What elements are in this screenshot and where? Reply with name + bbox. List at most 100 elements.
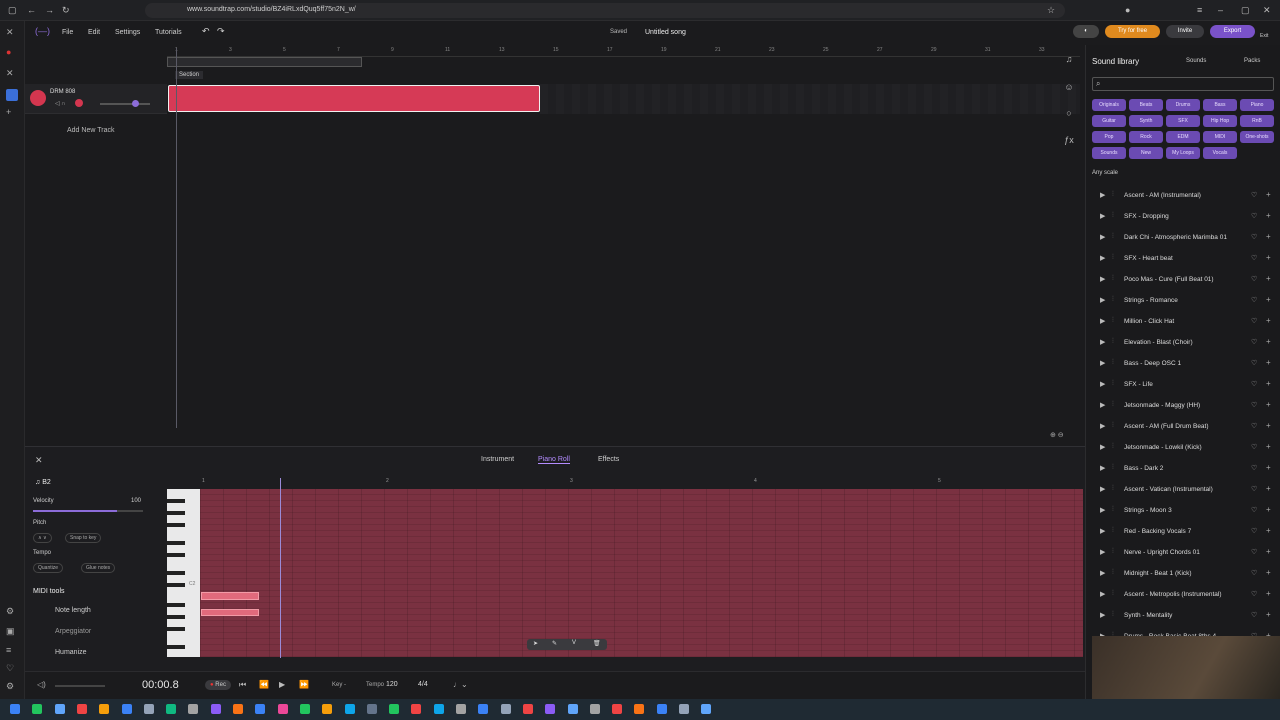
taskbar-app-icon[interactable] [255, 704, 266, 714]
fast-forward-icon[interactable]: ⏩ [299, 680, 309, 689]
taskbar-app-icon[interactable] [76, 704, 87, 714]
track-lane[interactable] [540, 84, 1080, 114]
play-icon[interactable]: ▶ [279, 680, 285, 689]
close-icon[interactable]: ✕ [6, 27, 14, 38]
play-icon[interactable]: ▶ [1100, 296, 1105, 304]
play-icon[interactable]: ▶ [1100, 611, 1105, 619]
sounds-tab[interactable]: Sounds [1186, 58, 1206, 64]
play-icon[interactable]: ▶ [1100, 506, 1105, 514]
sound-item[interactable]: ▶ ⫶ Red - Backing Vocals 7 ♡ + [1086, 521, 1280, 542]
piano-roll-grid[interactable] [200, 489, 1083, 657]
heart-icon[interactable]: ♡ [1251, 254, 1257, 262]
filter-chip[interactable]: Guitar [1092, 115, 1126, 127]
menu-settings[interactable]: Settings [115, 29, 140, 36]
track-name[interactable]: DRM 808 [50, 89, 75, 95]
taskbar-app-icon[interactable] [522, 704, 533, 714]
section-label[interactable]: Section [175, 71, 204, 79]
tab-effects[interactable]: Effects [598, 456, 619, 463]
maximize-icon[interactable]: ▢ [1241, 5, 1250, 16]
undo-icon[interactable]: ↶ [202, 26, 210, 37]
sound-item[interactable]: ▶ ⫶ SFX - Heart beat ♡ + [1086, 248, 1280, 269]
logo-icon[interactable]: (—) [35, 26, 50, 36]
tool-humanize[interactable]: Humanize [55, 649, 87, 656]
close-window-icon[interactable]: ✕ [1263, 5, 1271, 16]
taskbar-app-icon[interactable] [701, 704, 712, 714]
add-track-button[interactable]: Add New Track [67, 127, 114, 134]
add-icon[interactable]: + [1266, 400, 1271, 409]
snap-to-key-toggle[interactable]: Snap to key [65, 533, 102, 543]
filter-chip[interactable]: RnB [1240, 115, 1274, 127]
filter-chip[interactable]: SFX [1166, 115, 1200, 127]
menu-tutorials[interactable]: Tutorials [155, 29, 182, 36]
heart-icon[interactable]: ♡ [1251, 380, 1257, 388]
people-icon[interactable]: ☺ [1062, 82, 1076, 96]
sound-item[interactable]: ▶ ⫶ Ascent - Vatican (Instrumental) ♡ + [1086, 479, 1280, 500]
close-editor-icon[interactable]: ✕ [35, 455, 43, 466]
filter-chip[interactable]: Piano [1240, 99, 1274, 111]
filter-chip[interactable]: EDM [1166, 131, 1200, 143]
playhead[interactable] [176, 48, 177, 428]
sound-item[interactable]: ▶ ⫶ Strings - Moon 3 ♡ + [1086, 500, 1280, 521]
taskbar-app-icon[interactable] [456, 704, 466, 714]
play-icon[interactable]: ▶ [1100, 401, 1105, 409]
play-icon[interactable]: ▶ [1100, 254, 1105, 262]
filter-chip[interactable]: Pop [1092, 131, 1126, 143]
add-icon[interactable]: + [1266, 568, 1271, 577]
taskbar-app-icon[interactable] [32, 704, 43, 714]
time-signature[interactable]: 4/4 [418, 681, 428, 688]
piano-roll-playhead[interactable] [280, 478, 281, 658]
menu-icon[interactable]: ≡ [1197, 5, 1202, 15]
record-button[interactable]: ● Rec [205, 680, 231, 690]
sound-item[interactable]: ▶ ⫶ Ascent - AM (Full Drum Beat) ♡ + [1086, 416, 1280, 437]
filter-chip[interactable]: New [1129, 147, 1163, 159]
play-icon[interactable]: ▶ [1100, 527, 1105, 535]
taskbar-app-icon[interactable] [188, 704, 199, 714]
heart-icon[interactable]: ♡ [1251, 590, 1257, 598]
taskbar-app-icon[interactable] [567, 704, 578, 714]
sound-item[interactable]: ▶ ⫶ Ascent - Metropolis (Instrumental) ♡ + [1086, 584, 1280, 605]
volume-icon[interactable]: ◁) [37, 680, 46, 689]
sound-item[interactable]: ▶ ⫶ Dark Chi - Atmospheric Marimba 01 ♡ + [1086, 227, 1280, 248]
bookmark-star-icon[interactable]: ☆ [1047, 5, 1055, 16]
music-note-icon[interactable]: ♫ [1062, 54, 1076, 68]
taskbar-app-icon[interactable] [299, 704, 310, 714]
camera-icon[interactable]: ▣ [6, 626, 15, 637]
play-icon[interactable]: ▶ [1100, 275, 1105, 283]
sound-item[interactable]: ▶ ⫶ Bass - Dark 2 ♡ + [1086, 458, 1280, 479]
record-arm-button[interactable] [75, 99, 83, 107]
midi-note[interactable] [201, 609, 259, 616]
zoom-icon[interactable]: ⊕ ⊖ [1050, 431, 1064, 439]
taskbar-app-icon[interactable] [322, 704, 333, 714]
taskbar-app-icon[interactable] [99, 704, 110, 714]
taskbar-app-icon[interactable] [210, 704, 221, 714]
volume-handle[interactable] [132, 100, 139, 107]
select-icon[interactable]: V [572, 640, 576, 646]
play-icon[interactable]: ▶ [1100, 338, 1105, 346]
gear-icon[interactable]: ⚙ [6, 681, 14, 692]
back-icon[interactable]: ← [27, 5, 36, 15]
heart-icon[interactable]: ♡ [1251, 338, 1257, 346]
add-icon[interactable]: + [1266, 211, 1271, 220]
sound-item[interactable]: ▶ ⫶ Strings - Romance ♡ + [1086, 290, 1280, 311]
theme-toggle[interactable]: ◐ [1073, 25, 1099, 38]
taskbar-app-icon[interactable] [679, 704, 689, 714]
filter-chip[interactable]: Rock [1129, 131, 1163, 143]
taskbar-app-icon[interactable] [233, 704, 243, 714]
taskbar-app-icon[interactable] [10, 704, 20, 714]
taskbar-app-icon[interactable] [589, 704, 600, 714]
loop-section-bar[interactable] [167, 57, 362, 67]
taskbar-app-icon[interactable] [277, 704, 288, 714]
packs-tab[interactable]: Packs [1244, 58, 1260, 64]
add-icon[interactable]: + [1266, 379, 1271, 388]
play-icon[interactable]: ▶ [1100, 359, 1105, 367]
add-icon[interactable]: + [1266, 505, 1271, 514]
sound-item[interactable]: ▶ ⫶ Midnight - Beat 1 (Kick) ♡ + [1086, 563, 1280, 584]
play-icon[interactable]: ▶ [1100, 233, 1105, 241]
heart-icon[interactable]: ♡ [1251, 422, 1257, 430]
heart-icon[interactable]: ♡ [1251, 569, 1257, 577]
filter-chip[interactable]: Sounds [1092, 147, 1126, 159]
reload-icon[interactable]: ↻ [62, 5, 70, 16]
filter-chip[interactable]: MIDI [1203, 131, 1237, 143]
play-icon[interactable]: ▶ [1100, 191, 1105, 199]
piano-keys[interactable]: C2 [167, 489, 200, 657]
